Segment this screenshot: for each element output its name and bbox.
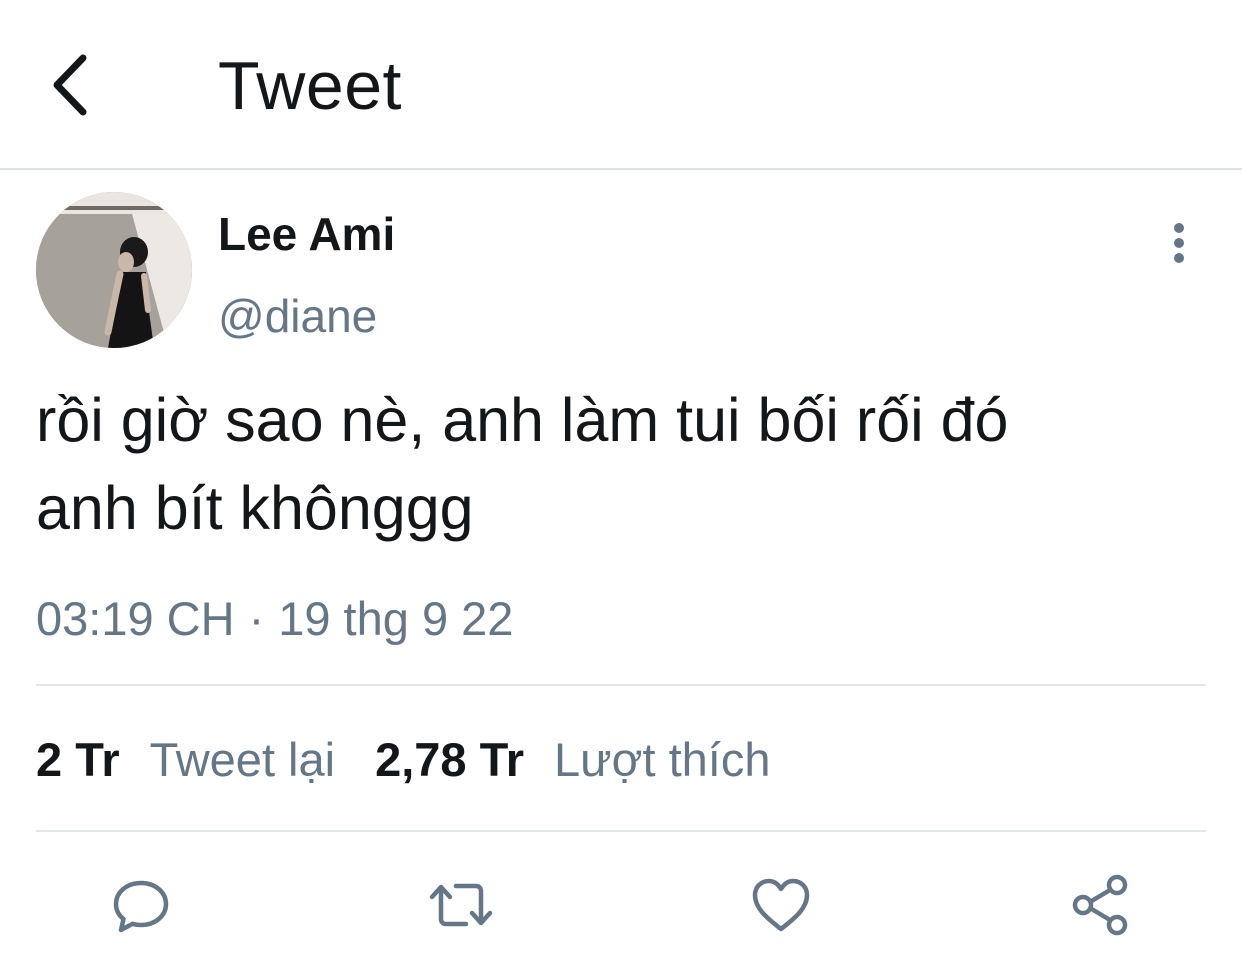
retweet-stat[interactable]: 2 Tr Tweet lại: [36, 733, 335, 786]
tweet-text: rồi giờ sao nè, anh làm tui bối rối đó a…: [36, 386, 1009, 542]
share-icon: [1072, 874, 1128, 936]
chevron-left-icon: [53, 54, 87, 116]
page-title: Tweet: [218, 48, 402, 124]
like-label: Lượt thích: [554, 733, 771, 786]
tweet-time: 03:19 CH: [36, 592, 235, 645]
like-button[interactable]: [746, 870, 816, 940]
share-button[interactable]: [1066, 870, 1136, 940]
profile-photo: [36, 192, 192, 348]
tweet-stats: 2 Tr Tweet lại 2,78 Tr Lượt thích: [36, 730, 770, 790]
comment-icon: [113, 880, 169, 933]
retweet-icon: [429, 883, 493, 927]
more-vertical-icon: [1174, 223, 1184, 263]
tweet-detail-screen: Tweet Lee Ami @diane rồi giờ sao nè, anh…: [0, 0, 1242, 954]
avatar[interactable]: [36, 192, 192, 348]
timestamp-separator: ·: [248, 592, 265, 645]
display-name[interactable]: Lee Ami: [218, 206, 395, 262]
more-options-button[interactable]: [1156, 218, 1202, 268]
divider: [36, 830, 1206, 832]
like-count: 2,78 Tr: [375, 733, 525, 786]
tweet-date: 19 thg 9 22: [278, 592, 514, 645]
retweet-count: 2 Tr: [36, 733, 120, 786]
retweet-button[interactable]: [426, 870, 496, 940]
back-button[interactable]: [34, 46, 104, 124]
divider: [36, 684, 1206, 686]
top-bar: Tweet: [0, 0, 1242, 170]
user-handle[interactable]: @diane: [218, 288, 377, 344]
like-stat[interactable]: 2,78 Tr Lượt thích: [375, 733, 770, 786]
reply-button[interactable]: [106, 870, 176, 940]
heart-icon: [752, 878, 810, 932]
tweet-timestamp: 03:19 CH · 19 thg 9 22: [36, 590, 513, 648]
retweet-label: Tweet lại: [149, 733, 336, 786]
